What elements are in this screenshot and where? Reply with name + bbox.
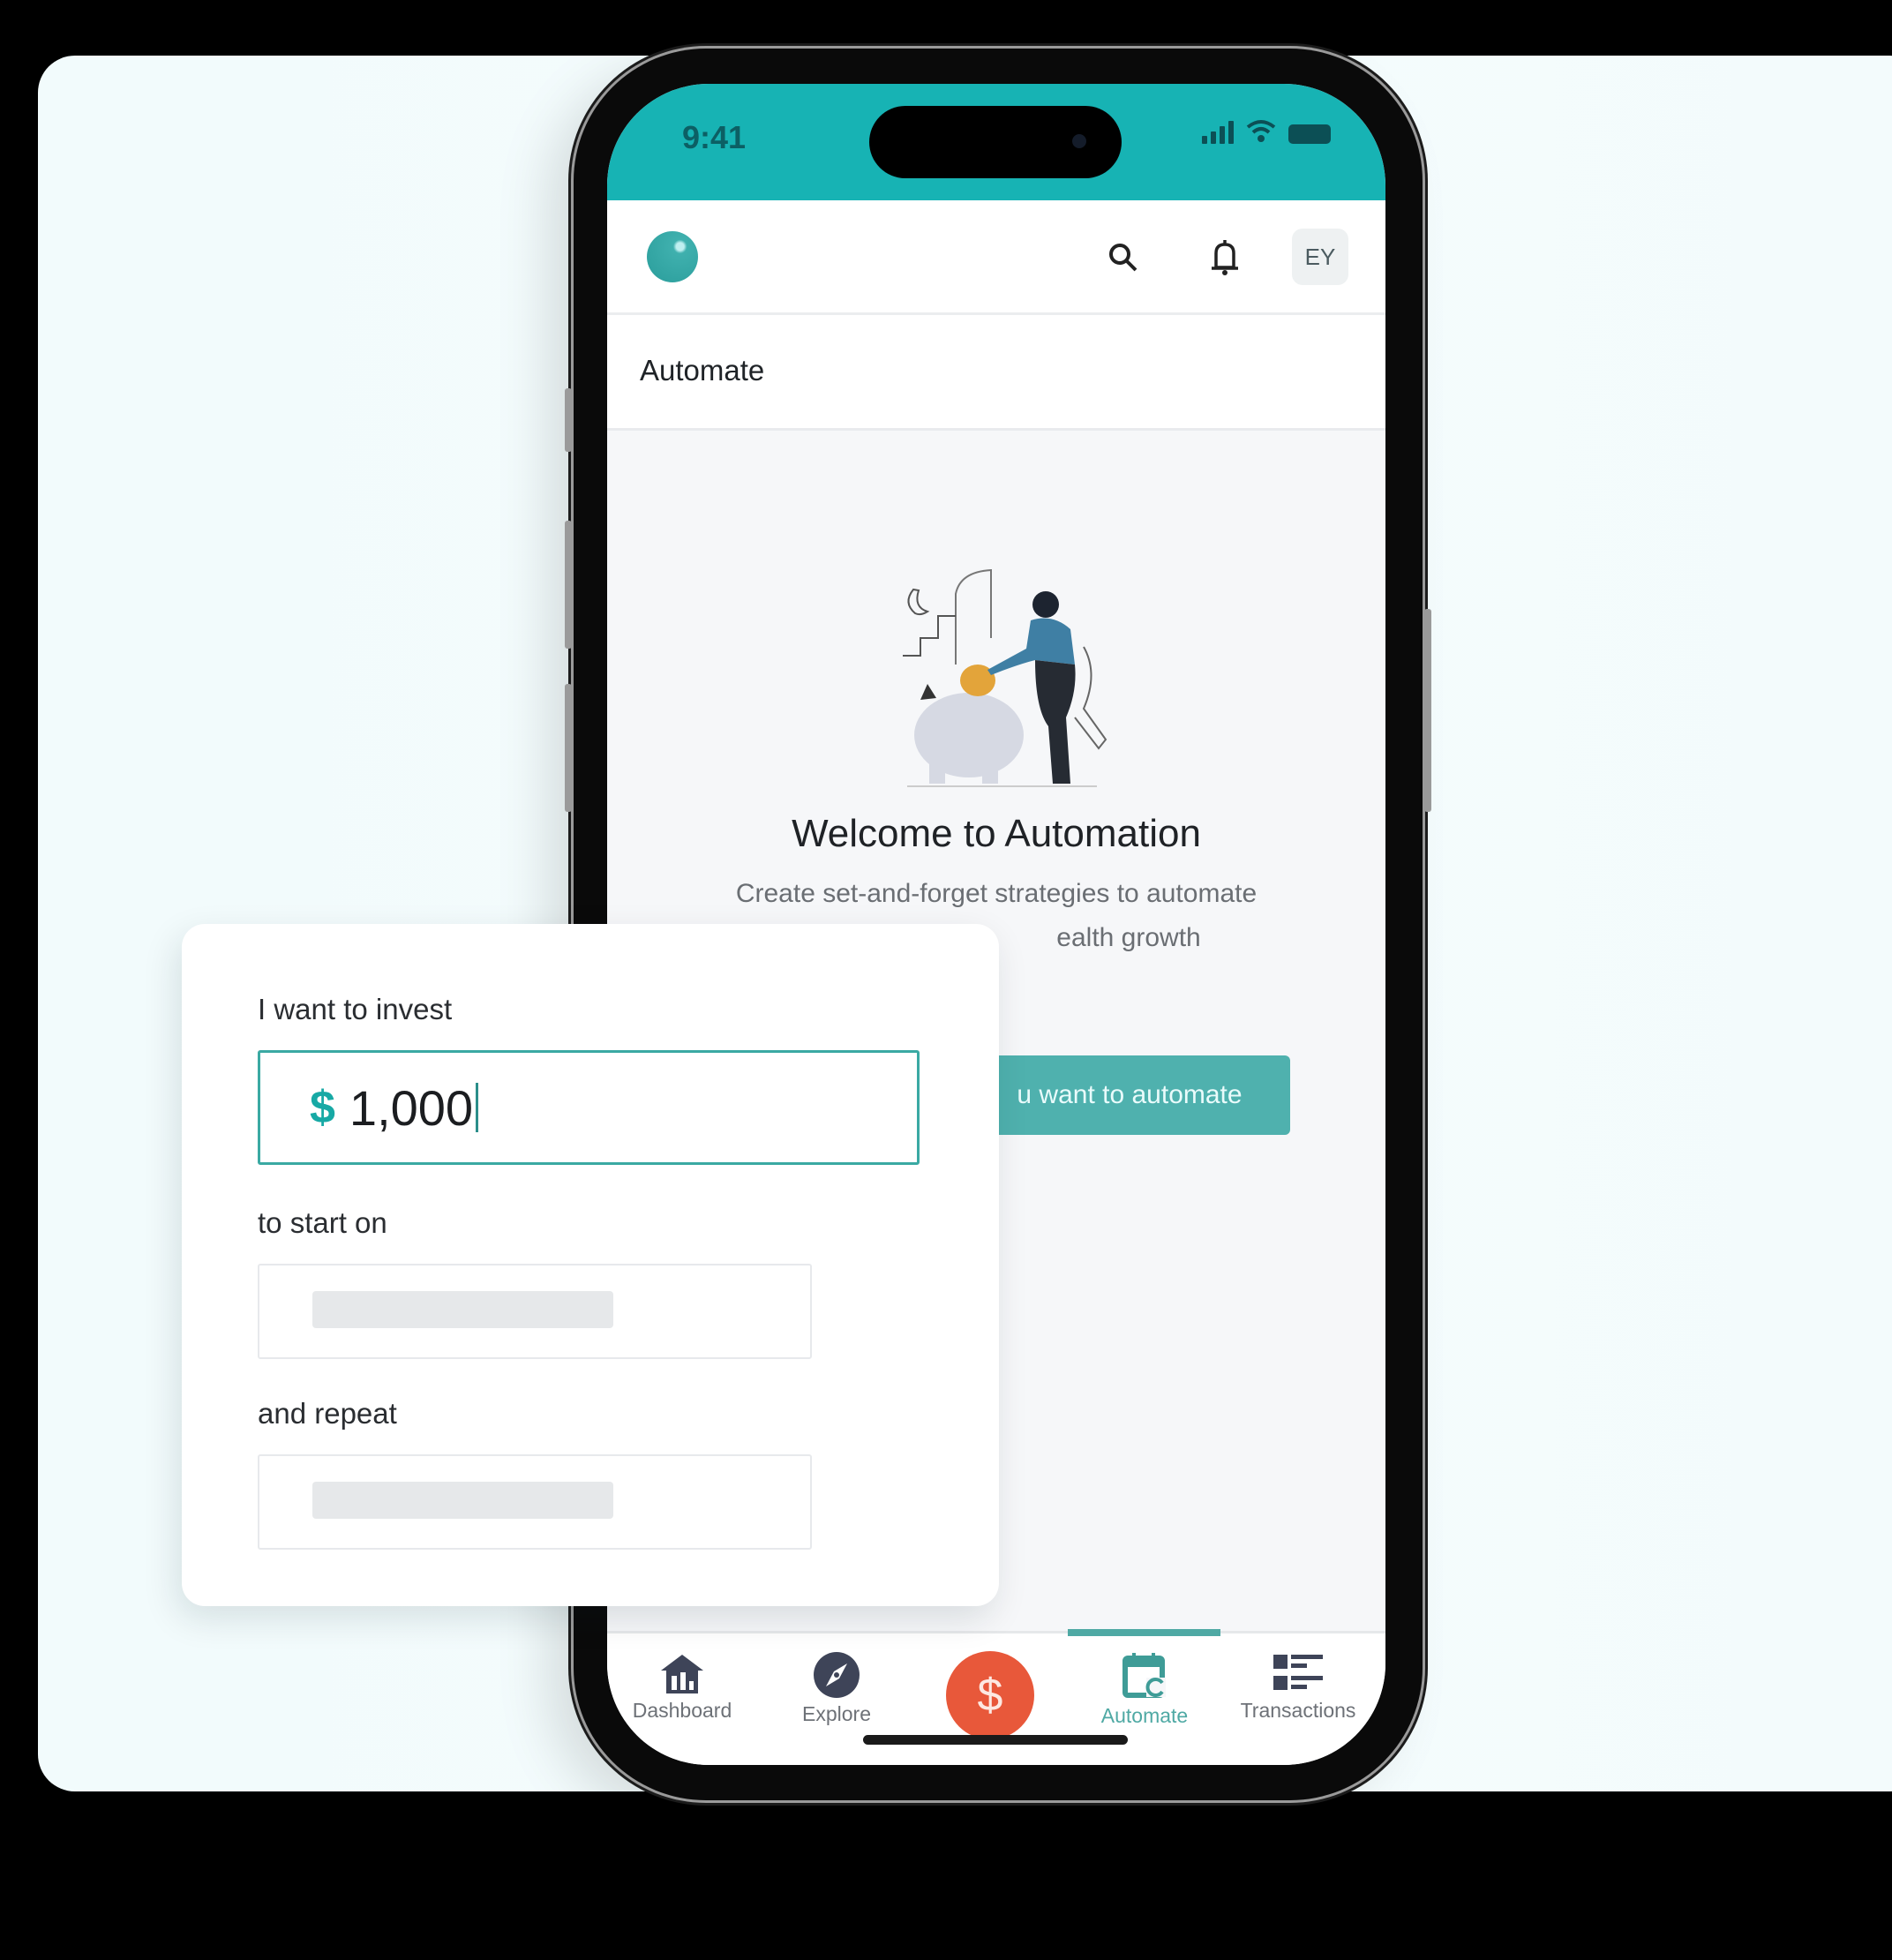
repeat-frequency-placeholder: [312, 1482, 613, 1519]
app-header: EY: [607, 200, 1385, 315]
start-label: to start on: [258, 1206, 387, 1239]
app-logo[interactable]: [647, 231, 698, 282]
power-button: [1424, 609, 1431, 812]
bell-icon[interactable]: [1203, 236, 1247, 280]
dollar-icon: $: [977, 1670, 1003, 1721]
amount-input[interactable]: $ 1,000: [258, 1050, 920, 1165]
nav-item-transactions[interactable]: Transactions: [1232, 1651, 1364, 1723]
search-icon[interactable]: [1101, 236, 1145, 280]
status-time: 9:41: [682, 119, 747, 155]
list-icon: [1273, 1655, 1323, 1690]
nav-label-explore: Explore: [802, 1702, 871, 1725]
nav-label-transactions: Transactions: [1240, 1699, 1356, 1722]
page-title: Automate: [640, 354, 765, 387]
page-title-bar: Automate: [607, 315, 1385, 431]
status-bar: 9:41: [607, 84, 1385, 200]
volume-down-button: [565, 684, 572, 812]
dynamic-island: [869, 106, 1122, 178]
wifi-icon: [1246, 120, 1276, 142]
signal-icon: [1202, 121, 1234, 144]
camera-icon: [1072, 134, 1086, 148]
start-date-placeholder: [312, 1291, 613, 1328]
invest-form-card: I want to invest $ 1,000 to start on and…: [182, 924, 999, 1606]
text-caret: [476, 1083, 479, 1132]
volume-up-button: [565, 521, 572, 649]
avatar[interactable]: EY: [1292, 229, 1348, 285]
compass-icon: [814, 1652, 860, 1698]
home-chart-icon: [661, 1655, 703, 1693]
amount-value: 1,000: [349, 1079, 474, 1136]
nav-item-explore[interactable]: Explore: [770, 1651, 903, 1726]
nav-label-dashboard: Dashboard: [632, 1699, 732, 1722]
battery-icon: [1288, 124, 1331, 144]
nav-label-automate: Automate: [1100, 1704, 1189, 1727]
nav-item-dashboard[interactable]: Dashboard: [616, 1651, 748, 1723]
welcome-title: Welcome to Automation: [792, 812, 1201, 855]
piggy-bank-illustration: [903, 568, 1107, 787]
action-button: [565, 388, 572, 452]
calendar-repeat-icon: [1122, 1653, 1166, 1698]
start-date-field[interactable]: [258, 1264, 812, 1359]
bottom-nav: Dashboard Explore $ Automate Transaction…: [607, 1629, 1385, 1765]
home-indicator: [863, 1735, 1128, 1745]
dollar-fab-button[interactable]: $: [946, 1651, 1034, 1739]
active-tab-indicator: [1068, 1629, 1220, 1636]
repeat-frequency-field[interactable]: [258, 1454, 812, 1550]
welcome-subtitle-line1: Create set-and-forget strategies to auto…: [735, 879, 1258, 908]
nav-item-automate[interactable]: Automate: [1078, 1651, 1211, 1728]
invest-label: I want to invest: [258, 993, 453, 1025]
currency-symbol: $: [310, 1082, 335, 1133]
repeat-label: and repeat: [258, 1397, 397, 1430]
